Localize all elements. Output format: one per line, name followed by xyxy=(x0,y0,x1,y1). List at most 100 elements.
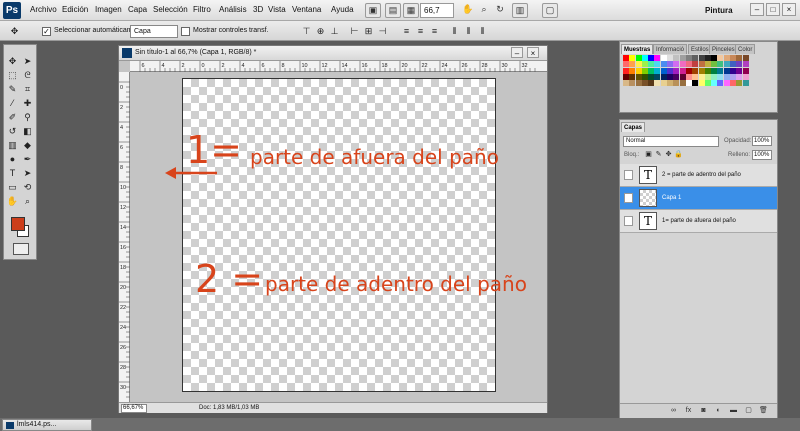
menu-ventana[interactable]: Ventana xyxy=(292,5,321,14)
color-swatch[interactable] xyxy=(673,73,680,80)
color-swatch[interactable] xyxy=(623,61,629,68)
color-swatch[interactable] xyxy=(629,67,636,74)
layer-row-capa-1[interactable]: Capa 1 xyxy=(620,187,777,210)
color-swatch[interactable] xyxy=(623,73,629,80)
color-swatch[interactable] xyxy=(736,61,743,68)
hand-tool-icon[interactable]: ✋ xyxy=(460,3,476,18)
color-swatch[interactable] xyxy=(742,61,749,68)
visibility-toggle[interactable] xyxy=(624,170,633,180)
auto-select-checkbox[interactable]: ✓ xyxy=(42,27,51,36)
layer-row-text-1[interactable]: T 1= parte de afuera del paño xyxy=(620,210,777,233)
crop-tool-icon[interactable]: ⌗ xyxy=(21,83,34,95)
history-brush-icon[interactable]: ↺ xyxy=(6,125,19,137)
color-swatch[interactable] xyxy=(654,67,661,74)
distribute-right-icon[interactable]: ⫴ xyxy=(476,25,489,37)
close-button[interactable]: × xyxy=(782,3,796,16)
eyedropper-tool-icon[interactable]: ⁄ xyxy=(6,97,19,109)
3d-rotate-icon[interactable]: ⟲ xyxy=(21,181,34,193)
color-swatch[interactable] xyxy=(679,61,686,68)
color-swatch[interactable] xyxy=(654,80,661,87)
move-tool-preset-icon[interactable]: ✥ xyxy=(8,25,21,37)
color-swatch[interactable] xyxy=(648,73,655,80)
color-swatch[interactable] xyxy=(736,73,743,80)
color-swatch[interactable] xyxy=(629,73,636,80)
color-swatch[interactable] xyxy=(654,61,661,68)
horizontal-ruler[interactable]: 6 4 2 0 2 4 6 8 10 12 14 16 18 20 22 24 26 28 30 32 xyxy=(130,61,547,72)
color-swatch[interactable] xyxy=(685,73,692,80)
link-icon[interactable]: ∞ xyxy=(668,406,679,416)
color-swatch[interactable] xyxy=(704,67,711,74)
menu-filtro[interactable]: Filtro xyxy=(193,5,211,14)
color-swatch[interactable] xyxy=(717,73,724,80)
color-swatch[interactable] xyxy=(723,55,730,61)
lasso-tool-icon[interactable]: ᘓ xyxy=(21,69,34,81)
color-swatch[interactable] xyxy=(730,67,737,74)
quick-selection-tool-icon[interactable]: ✎ xyxy=(6,83,19,95)
align-top-icon[interactable]: ⊤ xyxy=(300,25,313,37)
color-swatch[interactable] xyxy=(704,80,711,87)
color-swatch[interactable] xyxy=(742,67,749,74)
color-swatch[interactable] xyxy=(623,67,629,74)
color-swatch[interactable] xyxy=(711,55,718,61)
trash-icon[interactable]: 🗑 xyxy=(758,406,769,416)
hand-tool-icon[interactable]: ✋ xyxy=(6,195,19,207)
color-swatch[interactable] xyxy=(736,55,743,61)
color-swatch[interactable] xyxy=(711,67,718,74)
color-swatch[interactable] xyxy=(679,80,686,87)
tab-color[interactable]: Color xyxy=(735,44,756,54)
dodge-tool-icon[interactable]: ● xyxy=(6,153,19,165)
color-swatch[interactable] xyxy=(679,73,686,80)
eraser-tool-icon[interactable]: ◧ xyxy=(21,125,34,137)
color-swatch[interactable] xyxy=(698,61,705,68)
color-swatch[interactable] xyxy=(635,61,642,68)
color-swatch[interactable] xyxy=(685,61,692,68)
color-swatch[interactable] xyxy=(711,61,718,68)
color-swatch[interactable] xyxy=(704,73,711,80)
gradient-tool-icon[interactable]: ▥ xyxy=(6,139,19,151)
color-swatch[interactable] xyxy=(692,67,699,74)
color-swatch[interactable] xyxy=(629,55,636,61)
doc-close-button[interactable]: × xyxy=(527,47,539,58)
menu-capa[interactable]: Capa xyxy=(128,5,147,14)
adjustment-icon[interactable]: ◐ xyxy=(713,406,724,416)
color-swatch[interactable] xyxy=(629,61,636,68)
menu-vista[interactable]: Vista xyxy=(268,5,286,14)
workspace-switcher[interactable]: Pintura xyxy=(705,6,733,15)
clone-stamp-icon[interactable]: ⚲ xyxy=(21,111,34,123)
color-swatch[interactable] xyxy=(698,73,705,80)
color-swatch[interactable] xyxy=(623,80,629,87)
vertical-ruler[interactable]: 0 2 4 6 8 10 12 14 16 18 20 22 24 26 28 30 xyxy=(119,72,130,402)
extras-icon[interactable]: ▦ xyxy=(403,3,419,18)
blend-mode-dropdown[interactable]: Normal xyxy=(623,136,719,147)
distribute-top-icon[interactable]: ≡ xyxy=(400,25,413,37)
color-swatch[interactable] xyxy=(673,67,680,74)
color-swatch[interactable] xyxy=(698,67,705,74)
text-tool-icon[interactable]: T xyxy=(6,167,19,179)
zoom-level-field[interactable]: 66,7 xyxy=(420,3,454,18)
color-swatch[interactable] xyxy=(711,80,718,87)
distribute-bottom-icon[interactable]: ≡ xyxy=(428,25,441,37)
color-swatch[interactable] xyxy=(654,55,661,61)
pen-tool-icon[interactable]: ✒ xyxy=(21,153,34,165)
fx-icon[interactable]: fx xyxy=(683,406,694,416)
show-transform-checkbox[interactable] xyxy=(181,27,190,36)
path-selection-icon[interactable]: ➤ xyxy=(21,167,34,179)
color-swatch[interactable] xyxy=(730,61,737,68)
group-icon[interactable]: ▬ xyxy=(728,406,739,416)
color-swatch[interactable] xyxy=(685,67,692,74)
mask-icon[interactable]: ◙ xyxy=(698,406,709,416)
color-swatch[interactable] xyxy=(660,67,667,74)
menu-3d[interactable]: 3D xyxy=(253,5,263,14)
align-middle-icon[interactable]: ⊕ xyxy=(314,25,327,37)
color-swatch[interactable] xyxy=(730,55,737,61)
menu-analisis[interactable]: Análisis xyxy=(219,5,247,14)
color-swatch[interactable] xyxy=(673,80,680,87)
color-swatch[interactable] xyxy=(641,61,648,68)
shape-tool-icon[interactable]: ▭ xyxy=(6,181,19,193)
color-swatch[interactable] xyxy=(685,80,692,87)
move-tool-icon[interactable]: ✥ xyxy=(6,55,19,67)
color-swatch[interactable] xyxy=(742,73,749,80)
color-swatch[interactable] xyxy=(660,61,667,68)
visibility-toggle[interactable] xyxy=(624,216,633,226)
align-center-icon[interactable]: ⊞ xyxy=(362,25,375,37)
